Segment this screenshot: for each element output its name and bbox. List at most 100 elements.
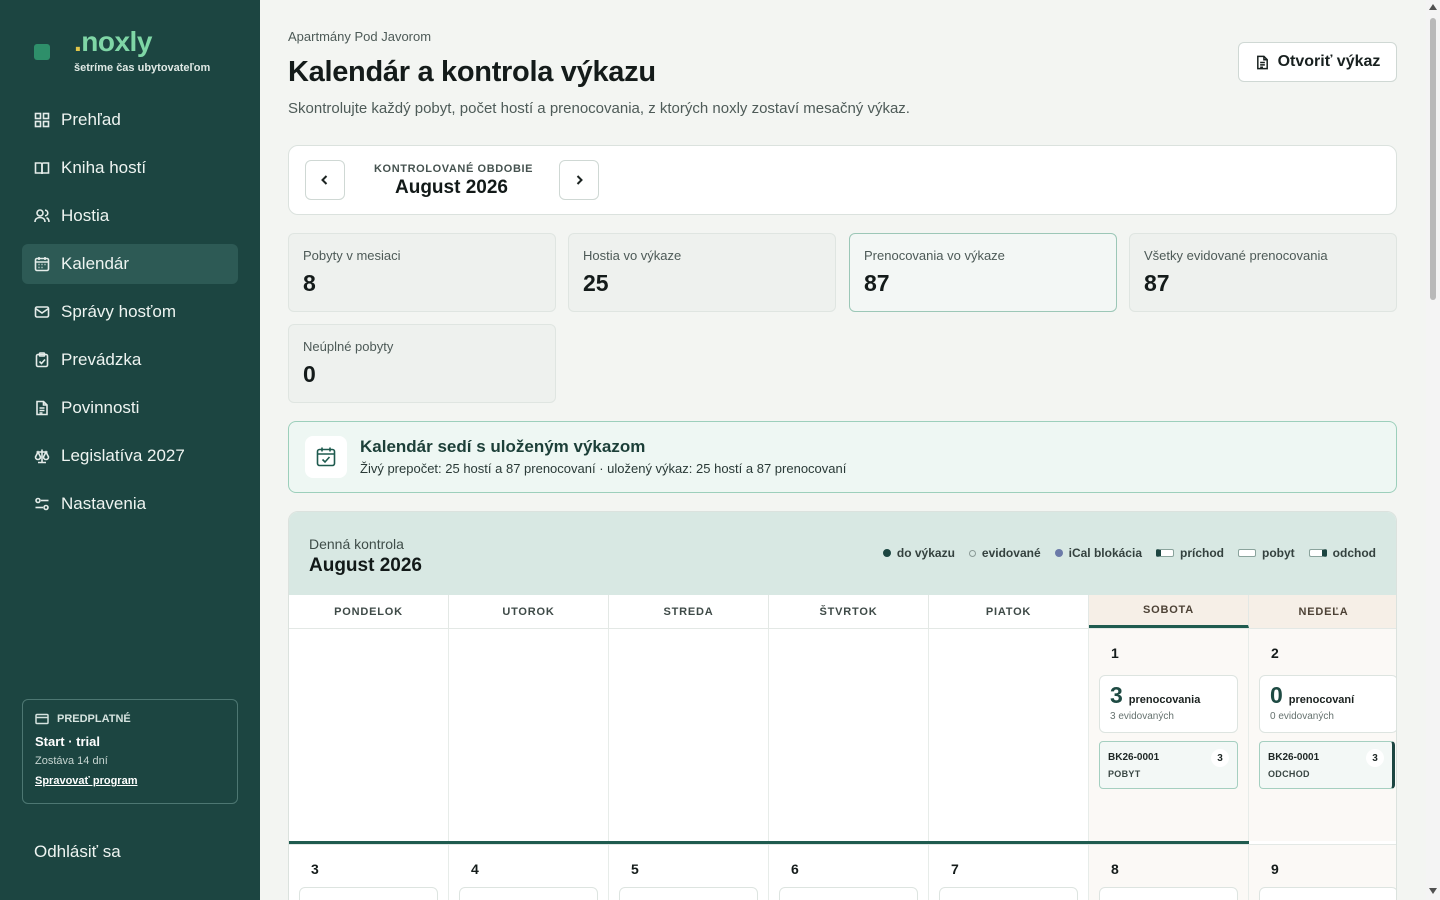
banner-title: Kalendár sedí s uloženým výkazom [360,437,646,456]
vertical-scrollbar[interactable] [1426,0,1440,900]
sidebar-item-prehlad[interactable]: Prehľad [22,100,238,140]
sidebar-item-legislativa-2027[interactable]: Legislatíva 2027 [22,436,238,476]
sidebar-item-prevadzka[interactable]: Prevádzka [22,340,238,380]
stat-value: 0 [303,361,316,387]
stat-value: 87 [864,270,890,296]
legend-dot-icon [1054,549,1063,557]
sidebar-item-label: Prevádzka [61,350,142,369]
day-summary-card [1099,887,1238,900]
previous-month-button[interactable] [305,160,345,200]
status-banner: Kalendár sedí s uloženým výkazom Živý pr… [288,421,1397,493]
day-number: 8 [1111,861,1119,877]
weekday-label: UTOROK [449,595,609,628]
scroll-down-icon[interactable] [1429,888,1437,894]
subscription-label: PREDPLATNÉ [57,713,131,725]
sidebar-item-label: Povinnosti [61,398,140,417]
calendar-panel: Denná kontrola August 2026 do výkazu evi… [288,511,1397,900]
legend-item-ical: iCal blokácia [1054,546,1142,560]
sidebar-item-label: Kniha hostí [61,158,147,177]
chevron-right-icon [576,175,583,185]
dashboard-icon [34,112,50,128]
breadcrumb: Apartmány Pod Javorom [288,29,432,44]
day-number: 3 [311,861,319,877]
subscription-plan-title: Start · trial [35,734,101,749]
brand-name: .noxly [74,26,152,57]
calendar-legend: do výkazu evidované iCal blokácia prícho… [869,546,1376,560]
calendar-week-1: 1 3 prenocovania 3 evidovaných BK26-0001… [289,629,1396,841]
calendar-day-4[interactable]: 4 [449,845,609,900]
stat-card-nights-all: Všetky evidované prenocovania 87 [1129,233,1397,312]
mail-icon [34,304,50,320]
subscription-card: PREDPLATNÉ Start · trial Zostáva 14 dní … [22,699,238,804]
sidebar: .noxly šetríme čas ubytovateľom Prehľad … [0,0,260,900]
sidebar-item-nastavenia[interactable]: Nastavenia [22,484,238,524]
manage-subscription-link[interactable]: Spravovať program [35,775,137,787]
booking-chip[interactable]: BK26-0001 ODCHOD 3 [1259,741,1395,789]
sidebar-item-kalendar[interactable]: Kalendár [22,244,238,284]
scrollbar-thumb[interactable] [1430,18,1436,300]
sidebar-item-kniha-hosti[interactable]: Kniha hostí [22,148,238,188]
calendar-day-empty [609,629,769,841]
day-summary-card [939,887,1078,900]
calendar-day-6[interactable]: 6 [769,845,929,900]
day-number: 4 [471,861,479,877]
legend-item-stay: pobyt [1238,546,1295,560]
open-report-label: Otvoriť výkaz [1277,53,1381,70]
nights-count: 0 [1270,682,1283,708]
day-summary-card [459,887,598,900]
day-number: 2 [1271,645,1279,661]
stat-value: 87 [1144,270,1170,296]
calendar-day-5[interactable]: 5 [609,845,769,900]
calendar-day-1[interactable]: 1 3 prenocovania 3 evidovaných BK26-0001… [1089,629,1249,841]
booking-guest-count: 3 [1211,749,1229,767]
calendar-week-2: 3 4 5 6 7 8 9 [289,844,1396,900]
day-summary-card [779,887,918,900]
day-summary-card [1259,887,1396,900]
weekday-label: SOBOTA [1089,595,1249,628]
stat-card-nights-report: Prenocovania vo výkaze 87 [849,233,1117,312]
sidebar-item-label: Prehľad [61,110,121,129]
next-month-button[interactable] [559,160,599,200]
calendar-day-9[interactable]: 9 [1249,845,1396,900]
day-number: 7 [951,861,959,877]
day-summary-card: 0 prenocovaní 0 evidovaných [1259,675,1396,733]
scroll-up-icon[interactable] [1429,4,1437,10]
brand-mark-icon [34,44,50,60]
stat-card-incomplete: Neúplné pobyty 0 [288,324,556,403]
stat-label: Prenocovania vo výkaze [864,248,1005,263]
logout-button[interactable]: Odhlásiť sa [34,842,121,862]
credit-card-icon [35,713,49,725]
weekday-label: PIATOK [929,595,1089,628]
sidebar-item-spravy-hostom[interactable]: Správy hosťom [22,292,238,332]
day-summary-card [619,887,758,900]
brand-logo[interactable]: .noxly šetríme čas ubytovateľom [34,26,210,74]
stat-label: Hostia vo výkaze [583,248,682,263]
sidebar-item-hostia[interactable]: Hostia [22,196,238,236]
legend-ring-icon [968,549,976,557]
legend-arrival-icon [1156,549,1174,557]
sidebar-item-label: Kalendár [61,254,130,273]
booking-chip[interactable]: BK26-0001 POBYT 3 [1099,741,1238,789]
settings-icon [34,496,50,512]
registered-count: 0 evidovaných [1270,711,1334,722]
legend-item-departure: odchod [1308,546,1376,560]
booking-type: ODCHOD [1268,769,1310,779]
open-report-button[interactable]: Otvoriť výkaz [1238,42,1397,82]
weekday-label: ŠTVRTOK [769,595,929,628]
sidebar-item-povinnosti[interactable]: Povinnosti [22,388,238,428]
weekday-label: PONDELOK [289,595,449,628]
period-label: KONTROLOVANÉ OBDOBIE [374,163,534,175]
calendar-day-8[interactable]: 8 [1089,845,1249,900]
day-number: 5 [631,861,639,877]
calendar-day-3[interactable]: 3 [289,845,449,900]
sidebar-item-label: Legislatíva 2027 [61,446,185,465]
calendar-day-7[interactable]: 7 [929,845,1089,900]
calendar-day-2[interactable]: 2 0 prenocovaní 0 evidovaných BK26-0001 … [1249,629,1396,841]
calendar-header: Denná kontrola August 2026 do výkazu evi… [289,512,1396,595]
subscription-remaining: Zostáva 14 dní [35,755,108,767]
calendar-month: August 2026 [309,555,422,576]
calendar-kicker: Denná kontrola [309,536,404,552]
weekday-label: NEDEĽA [1249,595,1396,628]
legend-item-registered: evidované [968,546,1041,560]
sidebar-item-label: Hostia [61,206,110,225]
